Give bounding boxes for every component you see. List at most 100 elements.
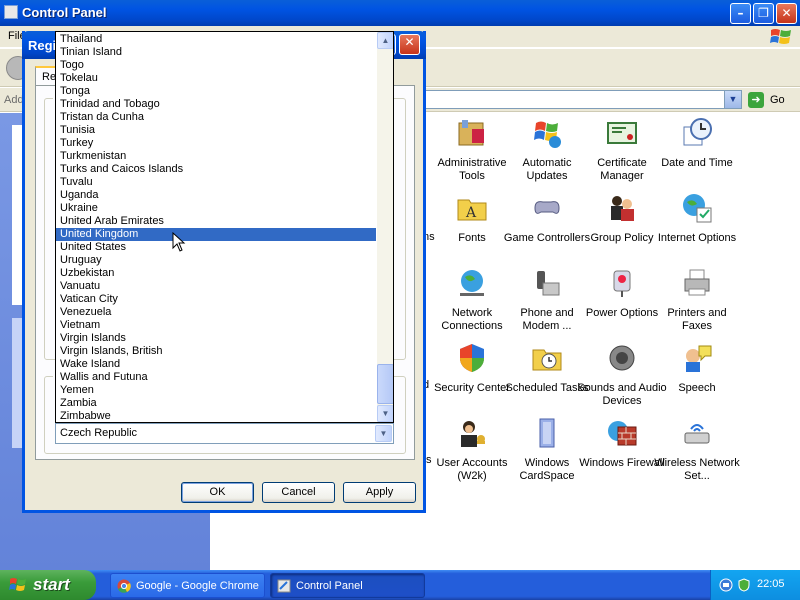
speech-label: Speech bbox=[678, 382, 716, 394]
printers-faxes-label: Printers and Faxes bbox=[667, 307, 727, 332]
location-option[interactable]: Togo bbox=[56, 59, 376, 72]
printers-faxes-item[interactable]: Printers and Faxes bbox=[652, 267, 742, 339]
location-option[interactable]: Tonga bbox=[56, 85, 376, 98]
go-label: Go bbox=[770, 94, 785, 106]
group-policy-icon bbox=[611, 196, 634, 221]
wireless-network-icon bbox=[684, 424, 710, 444]
sounds-audio-icon bbox=[609, 345, 635, 371]
network-tray-icon[interactable] bbox=[719, 578, 733, 592]
location-option[interactable]: Vatican City bbox=[56, 293, 376, 306]
location-dropdown-list[interactable]: Thailand Tinian Island Togo Tokelau Tonga Tri… bbox=[55, 31, 394, 423]
svg-text:A: A bbox=[465, 205, 477, 221]
phone-modem-icon bbox=[537, 271, 560, 296]
location-option[interactable]: Wake Island bbox=[56, 358, 376, 371]
location-option[interactable]: Turks and Caicos Islands bbox=[56, 163, 376, 176]
location-option[interactable]: Tinian Island bbox=[56, 46, 376, 59]
location-option[interactable]: Tokelau bbox=[56, 72, 376, 85]
power-options-icon bbox=[613, 270, 631, 297]
scroll-thumb[interactable] bbox=[377, 364, 393, 404]
internet-options-item[interactable]: Internet Options bbox=[652, 192, 742, 264]
system-tray: 22:05 bbox=[710, 570, 800, 600]
mouse-pointer-icon bbox=[172, 232, 186, 252]
location-option[interactable]: Vietnam bbox=[56, 319, 376, 332]
scroll-up-arrow-icon[interactable]: ▲ bbox=[377, 32, 393, 49]
location-option[interactable]: Wallis and Futuna bbox=[56, 371, 376, 384]
dialog-title: Regi bbox=[28, 38, 57, 53]
location-option[interactable]: Virgin Islands, British bbox=[56, 345, 376, 358]
chrome-icon bbox=[117, 579, 131, 593]
fonts-icon: A bbox=[457, 199, 487, 221]
location-option[interactable]: Tuvalu bbox=[56, 176, 376, 189]
wireless-network-item[interactable]: Wireless Network Set... bbox=[652, 417, 742, 489]
location-option[interactable]: Venezuela bbox=[56, 306, 376, 319]
address-dropdown-arrow-icon[interactable]: ▼ bbox=[724, 91, 741, 108]
date-time-label: Date and Time bbox=[661, 157, 733, 169]
location-options: Thailand Tinian Island Togo Tokelau Tonga Tri… bbox=[56, 33, 376, 422]
user-accounts-icon bbox=[461, 421, 485, 447]
scheduled-tasks-icon bbox=[532, 349, 562, 371]
ok-button[interactable]: OK bbox=[181, 482, 254, 503]
start-label: start bbox=[33, 575, 70, 594]
go-arrow-icon: ➜ bbox=[748, 92, 764, 108]
location-option[interactable]: Vanuatu bbox=[56, 280, 376, 293]
cancel-button[interactable]: Cancel bbox=[262, 482, 335, 503]
windows-flag-icon bbox=[9, 578, 26, 591]
list-scrollbar[interactable]: ▲ ▼ bbox=[377, 32, 393, 422]
scroll-down-arrow-icon[interactable]: ▼ bbox=[377, 405, 393, 422]
control-panel-icon bbox=[277, 579, 291, 593]
control-panel-titlebar[interactable]: Control Panel – ❐ ✕ bbox=[0, 0, 800, 26]
location-option[interactable]: Yemen bbox=[56, 384, 376, 397]
speech-icon bbox=[686, 345, 712, 372]
network-connections-icon bbox=[460, 270, 484, 296]
location-option[interactable]: Uruguay bbox=[56, 254, 376, 267]
speech-item[interactable]: Speech bbox=[652, 342, 742, 414]
close-button[interactable]: ✕ bbox=[776, 3, 797, 24]
wireless-network-label: Wireless Network Set... bbox=[654, 457, 740, 482]
location-option[interactable]: Thailand bbox=[56, 33, 376, 46]
chevron-down-icon[interactable]: ▼ bbox=[375, 425, 392, 442]
internet-options-icon bbox=[683, 194, 712, 223]
go-button[interactable]: ➜ Go bbox=[746, 91, 796, 109]
taskbar-item-chrome[interactable]: Google - Google Chrome bbox=[110, 573, 265, 598]
location-option[interactable]: United Kingdom bbox=[56, 228, 376, 241]
minimize-button[interactable]: – bbox=[730, 3, 751, 24]
security-tray-icon[interactable] bbox=[737, 578, 751, 592]
maximize-button[interactable]: ❐ bbox=[753, 3, 774, 24]
taskbar-item-control-panel[interactable]: Control Panel bbox=[270, 573, 425, 598]
location-option[interactable]: United States bbox=[56, 241, 376, 254]
security-center-icon bbox=[460, 344, 484, 372]
windows-logo-icon bbox=[770, 29, 791, 44]
admin-tools-icon bbox=[458, 120, 484, 146]
clock: 22:05 bbox=[757, 578, 785, 590]
location-option[interactable]: Virgin Islands bbox=[56, 332, 376, 345]
dialog-close-button[interactable]: ✕ bbox=[399, 34, 420, 55]
location-select-value: Czech Republic bbox=[60, 427, 138, 439]
location-option[interactable]: United Arab Emirates bbox=[56, 215, 376, 228]
location-option[interactable]: Uganda bbox=[56, 189, 376, 202]
location-option[interactable]: Turkmenistan bbox=[56, 150, 376, 163]
date-time-icon bbox=[683, 118, 712, 146]
firewall-icon bbox=[608, 421, 637, 446]
game-controllers-icon bbox=[534, 201, 560, 214]
taskbar-item-label: Google - Google Chrome bbox=[136, 580, 259, 592]
location-option[interactable]: Tristan da Cunha bbox=[56, 111, 376, 124]
internet-options-label: Internet Options bbox=[657, 232, 737, 244]
location-option[interactable]: Turkey bbox=[56, 137, 376, 150]
start-button[interactable]: start bbox=[0, 570, 96, 600]
printers-faxes-icon bbox=[684, 269, 710, 296]
location-option[interactable]: Zimbabwe bbox=[56, 410, 376, 422]
control-panel-title-icon bbox=[4, 5, 18, 19]
certificate-manager-icon bbox=[607, 122, 637, 144]
location-option[interactable]: Zambia bbox=[56, 397, 376, 410]
location-option[interactable]: Tunisia bbox=[56, 124, 376, 137]
location-option[interactable]: Uzbekistan bbox=[56, 267, 376, 280]
automatic-updates-icon bbox=[534, 121, 561, 148]
date-time-item[interactable]: Date and Time bbox=[652, 117, 742, 189]
location-option[interactable]: Trinidad and Tobago bbox=[56, 98, 376, 111]
apply-button[interactable]: Apply bbox=[343, 482, 416, 503]
taskbar-item-label: Control Panel bbox=[296, 580, 363, 592]
control-panel-title: Control Panel bbox=[22, 5, 107, 20]
location-select[interactable]: Czech Republic ▼ bbox=[55, 423, 394, 444]
location-option[interactable]: Ukraine bbox=[56, 202, 376, 215]
cardspace-icon bbox=[539, 418, 555, 448]
